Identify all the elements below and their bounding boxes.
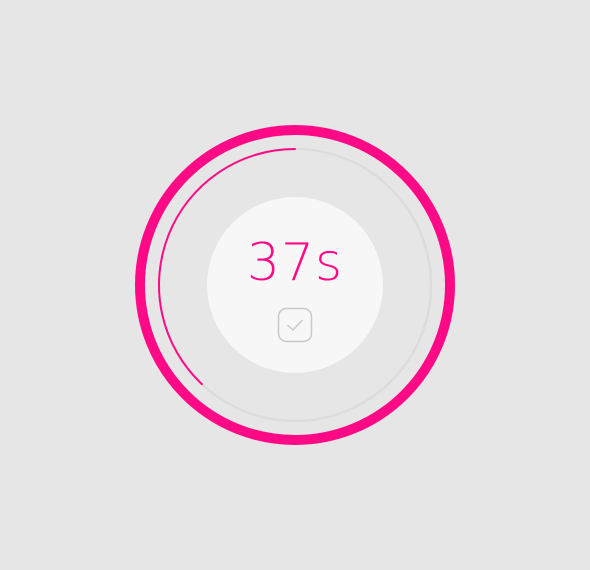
time-remaining: 37s bbox=[246, 233, 344, 293]
timer-widget: 37s bbox=[0, 0, 590, 570]
check-button[interactable] bbox=[277, 307, 313, 343]
check-icon bbox=[277, 307, 313, 343]
